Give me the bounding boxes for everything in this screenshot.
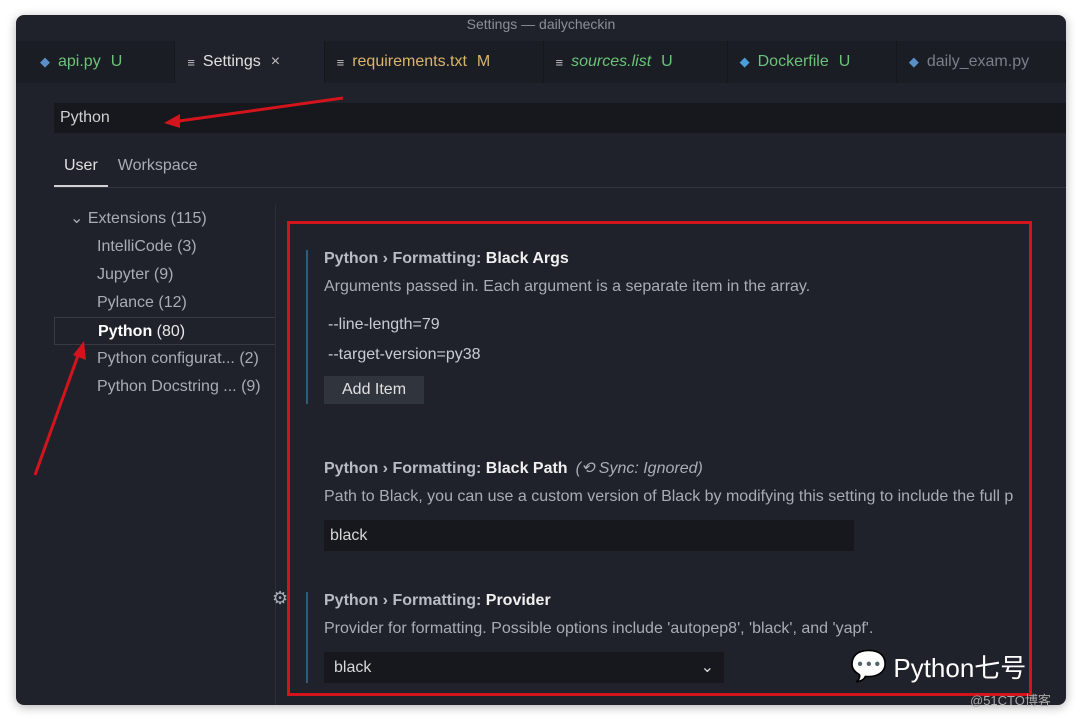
watermark: 💬 Python七号	[850, 650, 1027, 683]
annotation-arrows	[33, 96, 344, 476]
arrowhead	[73, 341, 86, 360]
arrow-to-python	[33, 349, 82, 476]
arrowhead	[164, 114, 180, 128]
watermark-site: @51CTO博客	[970, 693, 1051, 708]
arrow-to-search	[171, 96, 344, 124]
wechat-icon: 💬	[850, 650, 888, 683]
